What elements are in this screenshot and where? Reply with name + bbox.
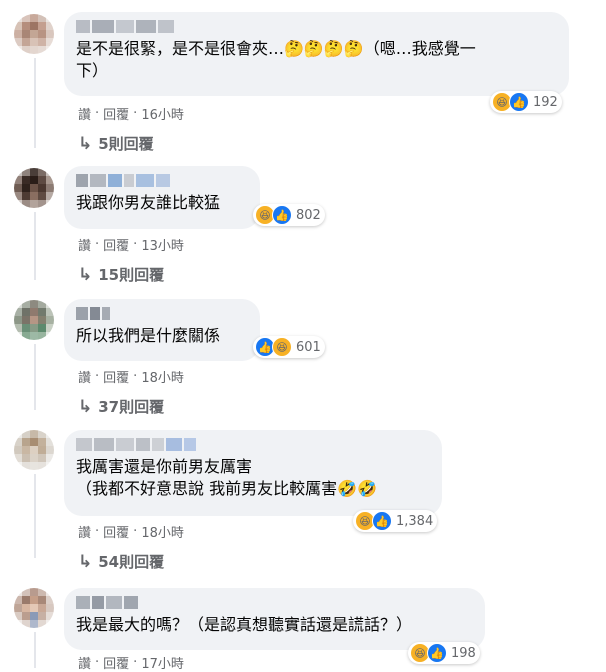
like-link[interactable]: 讚 bbox=[78, 367, 91, 386]
reply-link[interactable]: 回覆 bbox=[103, 235, 129, 254]
timestamp[interactable]: 18小時 bbox=[141, 522, 184, 541]
timestamp[interactable]: 13小時 bbox=[141, 235, 184, 254]
reaction-count: 1,384 bbox=[396, 513, 434, 529]
thread-line bbox=[34, 58, 36, 148]
replies-label: 15則回覆 bbox=[98, 266, 165, 284]
thread-line bbox=[34, 474, 36, 558]
separator-dot: · bbox=[133, 369, 138, 384]
thread-line bbox=[34, 632, 36, 668]
timestamp[interactable]: 18小時 bbox=[141, 367, 184, 386]
reaction-summary[interactable]: 👍 😆 601 bbox=[253, 336, 325, 358]
blurred-avatar-image bbox=[14, 300, 54, 340]
view-replies-button[interactable]: ↳ 5則回覆 bbox=[78, 133, 154, 154]
view-replies-button[interactable]: ↳ 15則回覆 bbox=[78, 264, 164, 285]
like-icon: 👍 bbox=[509, 92, 529, 112]
view-replies-button[interactable]: ↳ 37則回覆 bbox=[78, 396, 164, 417]
comment-text: 我是最大的嗎？（是認真想聽實話還是謊話？） bbox=[76, 615, 413, 634]
replies-label: 54則回覆 bbox=[98, 553, 165, 571]
replies-label: 5則回覆 bbox=[98, 135, 154, 153]
comment-bubble: 我厲害還是你前男友厲害 （我都不好意思說 我前男友比較厲害🤣🤣 bbox=[64, 430, 442, 516]
blurred-avatar-image bbox=[14, 14, 54, 54]
blurred-author-name[interactable] bbox=[76, 596, 473, 609]
separator-dot: · bbox=[133, 237, 138, 252]
separator-dot: · bbox=[95, 369, 100, 384]
blurred-avatar-image bbox=[14, 588, 54, 628]
comment-bubble: 所以我們是什麼關係 bbox=[64, 299, 260, 361]
reaction-count: 192 bbox=[533, 94, 558, 110]
comment-actions: 讚 · 回覆 · 16小時 bbox=[78, 104, 184, 123]
reaction-count: 601 bbox=[296, 339, 321, 355]
avatar[interactable] bbox=[14, 168, 54, 208]
reply-arrow-icon: ↳ bbox=[78, 264, 93, 285]
blurred-avatar-image bbox=[14, 168, 54, 208]
reaction-summary[interactable]: 😆 👍 1,384 bbox=[353, 510, 438, 532]
separator-dot: · bbox=[133, 106, 138, 121]
reply-arrow-icon: ↳ bbox=[78, 551, 93, 572]
reply-link[interactable]: 回覆 bbox=[103, 367, 129, 386]
reaction-summary[interactable]: 😆 👍 802 bbox=[253, 204, 325, 226]
avatar[interactable] bbox=[14, 14, 54, 54]
like-link[interactable]: 讚 bbox=[78, 522, 91, 541]
avatar[interactable] bbox=[14, 300, 54, 340]
haha-icon: 😆 bbox=[272, 337, 292, 357]
like-link[interactable]: 讚 bbox=[78, 235, 91, 254]
separator-dot: · bbox=[95, 524, 100, 539]
separator-dot: · bbox=[133, 524, 138, 539]
comment-actions: 讚 · 回覆 · 13小時 bbox=[78, 235, 184, 254]
comment-bubble: 我跟你男友誰比較猛 bbox=[64, 166, 260, 229]
blurred-author-name[interactable] bbox=[76, 174, 248, 187]
blurred-author-name[interactable] bbox=[76, 20, 557, 33]
like-link[interactable]: 讚 bbox=[78, 104, 91, 123]
comment-text: 是不是很緊，是不是很會夾…🤔🤔🤔🤔（嗯…我感覺一 下） bbox=[76, 39, 476, 80]
separator-dot: · bbox=[95, 237, 100, 252]
like-icon: 👍 bbox=[372, 511, 392, 531]
reaction-summary[interactable]: 😆 👍 192 bbox=[490, 91, 562, 113]
comment-actions: 讚 · 回覆 · 18小時 bbox=[78, 367, 184, 386]
thread-line bbox=[34, 344, 36, 410]
separator-dot: · bbox=[95, 106, 100, 121]
reply-link[interactable]: 回覆 bbox=[103, 653, 129, 672]
blurred-author-name[interactable] bbox=[76, 307, 248, 320]
reaction-summary[interactable]: 😆 👍 198 bbox=[408, 642, 480, 664]
comment-text: 我厲害還是你前男友厲害 （我都不好意思說 我前男友比較厲害🤣🤣 bbox=[76, 457, 377, 498]
replies-label: 37則回覆 bbox=[98, 398, 165, 416]
reply-arrow-icon: ↳ bbox=[78, 133, 93, 154]
avatar[interactable] bbox=[14, 430, 54, 470]
blurred-avatar-image bbox=[14, 430, 54, 470]
timestamp[interactable]: 16小時 bbox=[141, 104, 184, 123]
comment-bubble: 是不是很緊，是不是很會夾…🤔🤔🤔🤔（嗯…我感覺一 下） bbox=[64, 12, 569, 96]
comment-actions: 讚 · 回覆 · 17小時 bbox=[78, 653, 184, 672]
view-replies-button[interactable]: ↳ 54則回覆 bbox=[78, 551, 164, 572]
reaction-count: 198 bbox=[451, 645, 476, 661]
thread-line bbox=[34, 212, 36, 280]
reply-arrow-icon: ↳ bbox=[78, 396, 93, 417]
reaction-count: 802 bbox=[296, 207, 321, 223]
comment-actions: 讚 · 回覆 · 18小時 bbox=[78, 522, 184, 541]
like-icon: 👍 bbox=[427, 643, 447, 663]
comment-text: 所以我們是什麼關係 bbox=[76, 326, 221, 345]
timestamp[interactable]: 17小時 bbox=[141, 653, 184, 672]
blurred-author-name[interactable] bbox=[76, 438, 430, 451]
reply-link[interactable]: 回覆 bbox=[103, 104, 129, 123]
reply-link[interactable]: 回覆 bbox=[103, 522, 129, 541]
comment-bubble: 我是最大的嗎？（是認真想聽實話還是謊話？） bbox=[64, 588, 485, 650]
like-link[interactable]: 讚 bbox=[78, 653, 91, 672]
comment-text: 我跟你男友誰比較猛 bbox=[76, 193, 221, 212]
avatar[interactable] bbox=[14, 588, 54, 628]
like-icon: 👍 bbox=[272, 205, 292, 225]
